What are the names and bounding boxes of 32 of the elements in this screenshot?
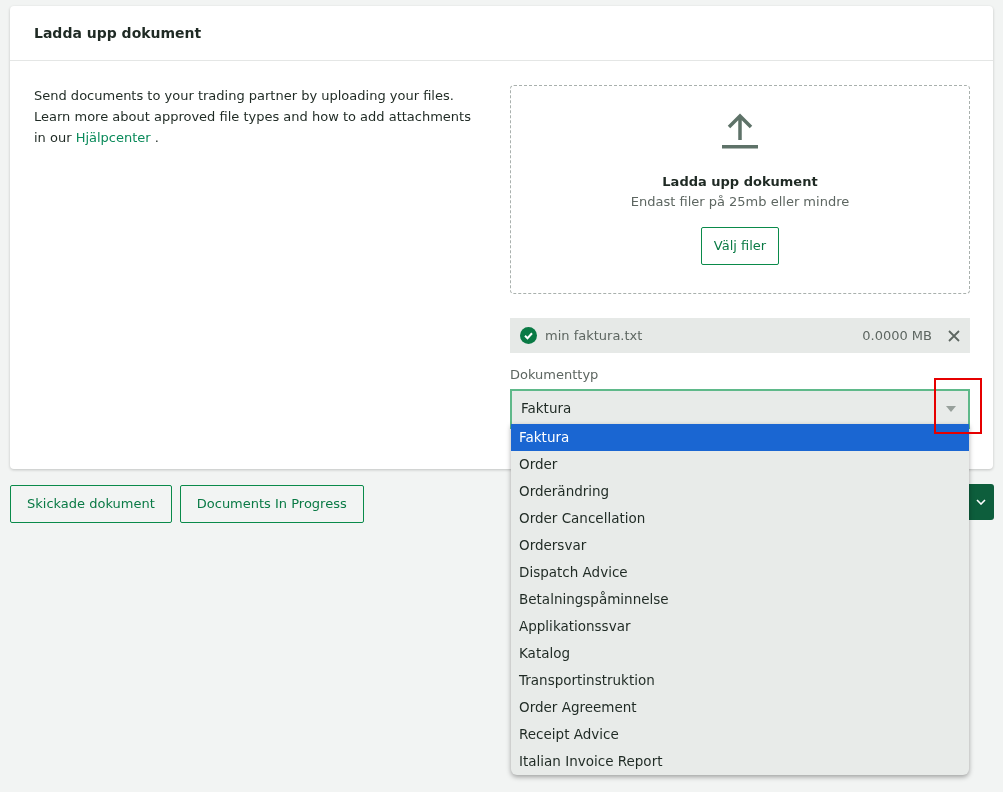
dropdown-option[interactable]: Transportinstruktion [511,667,969,694]
dropdown-option[interactable]: Receipt Advice [511,721,969,748]
dropdown-option[interactable]: Dispatch Advice [511,559,969,586]
file-name: min faktura.txt [545,326,644,345]
chevron-down-icon [976,499,986,505]
file-size: 0.0000 MB [862,326,932,345]
dropdown-option[interactable]: Ordersvar [511,532,969,559]
dropzone-hint: Endast filer på 25mb eller mindre [630,192,850,211]
upload-icon [721,112,759,150]
dropdown-option[interactable]: Katalog [511,640,969,667]
intro-text: Send documents to your trading partner by uploading your files. Learn more about approved file types and how to add attachments in our Hjälpcenter . [34,87,472,147]
dropdown-option[interactable]: Applikationssvar [511,613,969,640]
drop-zone[interactable]: Ladda upp dokument Endast filer på 25mb eller mindre Välj filer [510,85,970,294]
help-link[interactable]: Hjälpcenter [75,130,151,145]
close-icon[interactable] [948,329,960,342]
highlight-frame [934,378,982,434]
dropdown-arrow-icon [946,405,956,412]
dropdown-option[interactable]: Orderändring [511,478,969,505]
dropzone-title: Ladda upp dokument [662,173,818,191]
card-title: Ladda upp dokument [10,6,993,61]
dropdown-option[interactable]: Italian Invoice Report [511,748,969,775]
dropdown-toggle-button[interactable] [968,484,994,520]
nav-button[interactable]: Documents In Progress [179,484,364,523]
dropdown-option[interactable]: Order Cancellation [511,505,969,532]
dropdown-option[interactable]: Faktura [511,424,969,451]
nav-button[interactable]: Skickade dokument [10,484,172,523]
field-label: Dokumenttyp [510,366,600,384]
dropdown-option[interactable]: Betalningspåminnelse [511,586,969,613]
choose-files-button[interactable]: Välj filer [700,227,780,265]
dropdown-option[interactable]: Order [511,451,969,478]
dropdown-option[interactable]: Order Agreement [511,694,969,721]
document-type-select[interactable]: Faktura [510,388,970,429]
